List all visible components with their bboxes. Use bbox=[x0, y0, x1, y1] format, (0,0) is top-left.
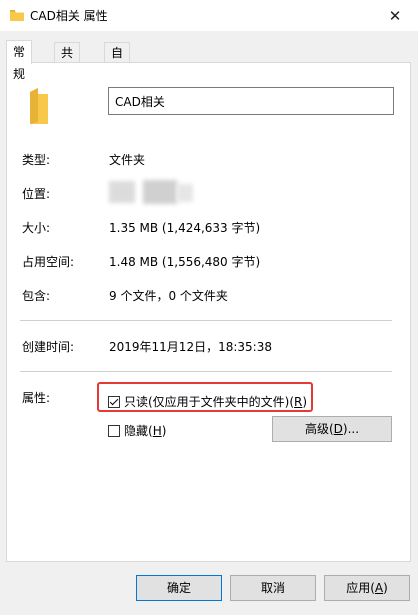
close-icon: ✕ bbox=[388, 6, 402, 25]
contains-value: 9 个文件，0 个文件夹 bbox=[109, 289, 228, 303]
ok-button[interactable]: 确定 bbox=[136, 575, 222, 601]
tab-sharing[interactable]: 共享 bbox=[54, 42, 81, 80]
window-title: CAD相关 属性 bbox=[30, 9, 108, 23]
divider bbox=[20, 320, 392, 321]
location-value-redacted bbox=[177, 184, 193, 202]
readonly-text: 只读(仅应用于文件夹中的文件)(R) bbox=[124, 395, 308, 409]
location-value-redacted bbox=[143, 180, 177, 204]
attributes-label: 属性: bbox=[22, 391, 51, 405]
disk-size-value: 1.48 MB (1,556,480 字节) bbox=[109, 255, 261, 269]
checkbox-unchecked-icon bbox=[108, 424, 120, 437]
type-value: 文件夹 bbox=[109, 153, 146, 167]
folder-icon bbox=[30, 88, 48, 124]
tab-general[interactable]: 常规 bbox=[6, 40, 33, 81]
tab-customize[interactable]: 自定义 bbox=[104, 42, 131, 100]
close-button[interactable]: ✕ bbox=[372, 0, 418, 31]
folder-name-input[interactable] bbox=[108, 87, 394, 115]
type-label: 类型: bbox=[22, 153, 51, 167]
apply-button[interactable]: 应用(A) bbox=[324, 575, 410, 601]
cancel-button[interactable]: 取消 bbox=[230, 575, 316, 601]
hidden-text: 隐藏(H) bbox=[124, 424, 167, 438]
created-label: 创建时间: bbox=[22, 340, 75, 354]
readonly-checkbox[interactable]: 只读(仅应用于文件夹中的文件)(R) bbox=[108, 393, 307, 410]
created-value: 2019年11月12日，18:35:38 bbox=[109, 340, 272, 354]
size-value: 1.35 MB (1,424,633 字节) bbox=[109, 221, 261, 235]
size-label: 大小: bbox=[22, 221, 51, 235]
folder-icon bbox=[10, 10, 24, 21]
checkbox-checked-icon bbox=[108, 395, 120, 408]
general-panel bbox=[6, 62, 411, 562]
disk-size-label: 占用空间: bbox=[22, 255, 75, 269]
location-label: 位置: bbox=[22, 187, 51, 201]
title-bar: CAD相关 属性 ✕ bbox=[0, 0, 418, 31]
hidden-checkbox[interactable]: 隐藏(H) bbox=[108, 422, 166, 439]
contains-label: 包含: bbox=[22, 289, 51, 303]
location-value-redacted bbox=[109, 181, 135, 203]
advanced-button[interactable]: 高级(D)... bbox=[272, 416, 392, 442]
divider bbox=[20, 371, 392, 372]
